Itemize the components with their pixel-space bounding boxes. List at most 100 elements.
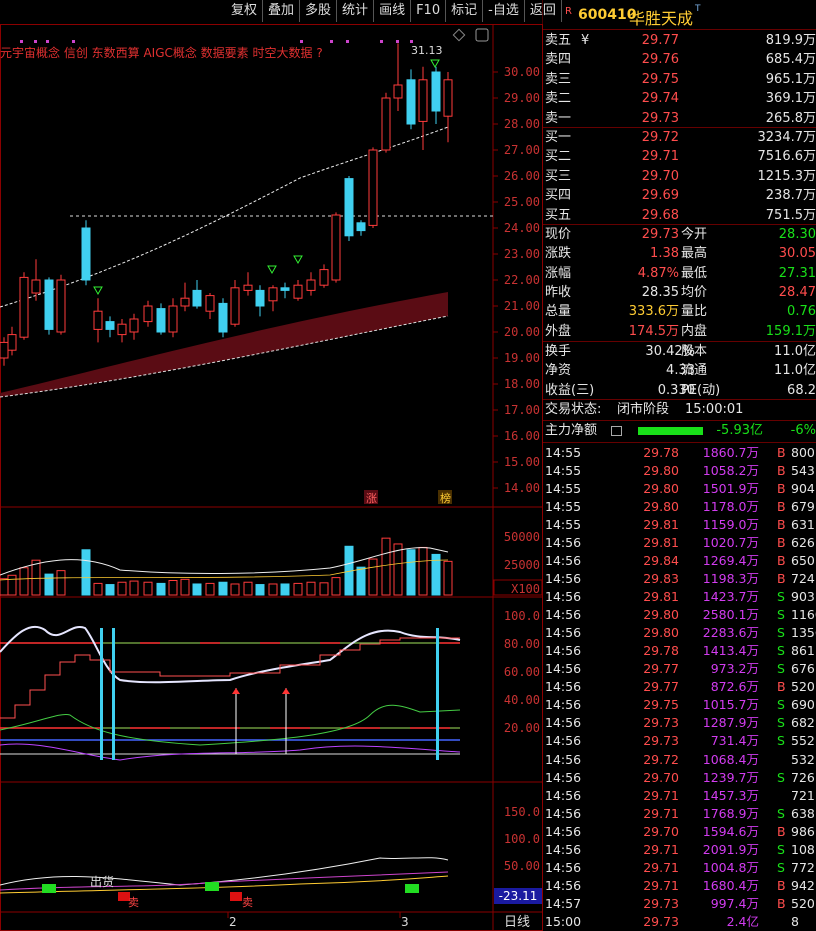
volume-bar (81, 549, 91, 596)
tick-volume: 1068.4万 (702, 751, 759, 767)
candle-body (7, 334, 17, 351)
flow-sep (543, 442, 816, 443)
candle-body (443, 79, 453, 117)
ask-price: 29.76 (641, 52, 679, 68)
price-axis-label: 15.00 (504, 455, 540, 469)
candle-body (192, 289, 202, 307)
yen-mark: ¥ (581, 33, 590, 48)
bid-row-5: 买五 29.68 751.5万 (543, 206, 816, 225)
main-flow-row: 主力净额 -5.93亿 -6% (543, 421, 816, 441)
tick-volume: 1178.0万 (702, 499, 759, 515)
volume-bar (268, 583, 278, 596)
ask-row-5: 卖五 ¥29.77 819.9万 (543, 31, 816, 50)
tick-direction: S (777, 769, 785, 785)
tick-direction: S (777, 607, 785, 623)
price-axis-label: 26.00 (504, 169, 540, 183)
price-axis-label: 30.00 (504, 65, 540, 79)
bid-label: 买二 (545, 149, 572, 165)
tick-direction: S (777, 589, 785, 605)
marker-dot (72, 40, 75, 43)
tick-price: 29.72 (643, 751, 679, 767)
tick-volume: 1768.9万 (702, 805, 759, 821)
tick-count: 721 (791, 787, 815, 803)
candle-body (393, 84, 403, 99)
tick-count: 8 (791, 913, 799, 929)
tick-row: 14:56 29.78 1413.4万 S 861 (543, 642, 816, 660)
bid-label: 买五 (545, 207, 572, 223)
price-axis-label: 27.00 (504, 143, 540, 157)
stock-terminal: { "toolbar":{"items":["复权","叠加","多股","统计… (0, 0, 816, 931)
quote-value-2: 28.47 (778, 284, 816, 300)
green-arrow-icon (293, 255, 303, 265)
tick-row: 14:55 29.80 1501.9万 B 904 (543, 480, 816, 498)
osc-axis-label: 100.0 (504, 609, 540, 623)
volume-bar (168, 580, 178, 596)
tick-volume: 1058.2万 (702, 463, 759, 479)
volume-bar (105, 584, 115, 596)
osc-axis-label: 60.00 (504, 665, 540, 679)
quote-panel: R 600410 华胜天成 T 卖五 ¥29.77 819.9万 卖四 29.76 685… (543, 0, 816, 931)
indicator-axis-label: 50.00 (504, 859, 540, 873)
quote-label: 昨收 (545, 284, 572, 300)
tick-direction: S (777, 661, 785, 677)
tick-price: 29.75 (643, 697, 679, 713)
date-label: 2 (229, 915, 237, 929)
tick-time: 14:56 (545, 697, 582, 713)
concept-tags: 元宇宙概念 信创 东数西算 AIGC概念 数据要素 时空大数据 ? (0, 46, 323, 60)
tick-row: 14:55 29.80 1178.0万 B 679 (543, 498, 816, 516)
quote-label-2: 内盘 (681, 323, 708, 339)
tick-volume: 2283.6万 (702, 625, 759, 641)
tick-row: 14:56 29.71 1004.8万 S 772 (543, 859, 816, 877)
finance-value-2: 11.0亿 (774, 363, 816, 379)
tick-time: 14:55 (545, 499, 582, 515)
tick-volume: 1501.9万 (702, 481, 759, 497)
candle-body (230, 287, 240, 325)
bid-label: 买四 (545, 188, 572, 204)
chart-area[interactable]: 30.00 29.00 28.00 27.00 26.00 25.00 24.00 23.00… (0, 0, 543, 931)
green-signal-block (205, 882, 219, 891)
volume-axis-label: 50000 (504, 530, 540, 544)
candle-body (168, 305, 178, 333)
ask-price: 29.75 (641, 71, 679, 87)
tick-count: 520 (791, 895, 815, 911)
green-arrow-icon (430, 59, 440, 69)
tick-time: 14:55 (545, 481, 582, 497)
tick-price: 29.80 (643, 607, 679, 623)
bid-price: 29.70 (641, 168, 679, 184)
osc-axis-label: 20.00 (504, 721, 540, 735)
cyan-signal-bar (436, 628, 439, 760)
candle-body (218, 302, 228, 333)
tick-row: 14:56 29.72 1068.4万 532 (543, 751, 816, 769)
bid-price: 29.71 (641, 149, 679, 165)
tick-price: 29.80 (643, 463, 679, 479)
tick-row: 14:55 29.78 1860.7万 B 800 (543, 444, 816, 462)
candle-body (205, 295, 215, 312)
candle-body (143, 305, 153, 323)
tick-count: 986 (791, 823, 815, 839)
tick-direction: B (777, 499, 786, 515)
volume-bar (205, 582, 215, 596)
red-up-arrow-icon (282, 688, 290, 694)
price-axis-label: 24.00 (504, 221, 540, 235)
finance-label-2: 流通 (681, 363, 708, 379)
tick-row: 14:55 29.81 1159.0万 B 631 (543, 516, 816, 534)
tick-time: 14:56 (545, 661, 582, 677)
tick-time: 14:56 (545, 823, 582, 839)
bid-price: 29.72 (641, 130, 679, 145)
mai-label: 卖 (128, 896, 139, 909)
volume-bar (218, 581, 228, 596)
candle-body (381, 97, 391, 151)
candle-body (293, 284, 303, 299)
zhang-badge: 涨 (366, 492, 377, 505)
indicator-axis-label: 150.0 (504, 805, 540, 819)
tick-direction: S (777, 625, 785, 641)
price-axis-label: 14.00 (504, 481, 540, 495)
tick-direction: B (777, 535, 786, 551)
tick-count: 1356 (791, 625, 816, 641)
price-axis-label: 29.00 (504, 91, 540, 105)
tick-time: 15:00 (545, 913, 582, 929)
tick-count: 1160 (791, 607, 816, 623)
ask-row-3: 卖三 29.75 965.1万 (543, 70, 816, 89)
tick-time: 14:55 (545, 445, 582, 460)
tick-row: 14:56 29.71 1768.9万 S 638 (543, 805, 816, 823)
